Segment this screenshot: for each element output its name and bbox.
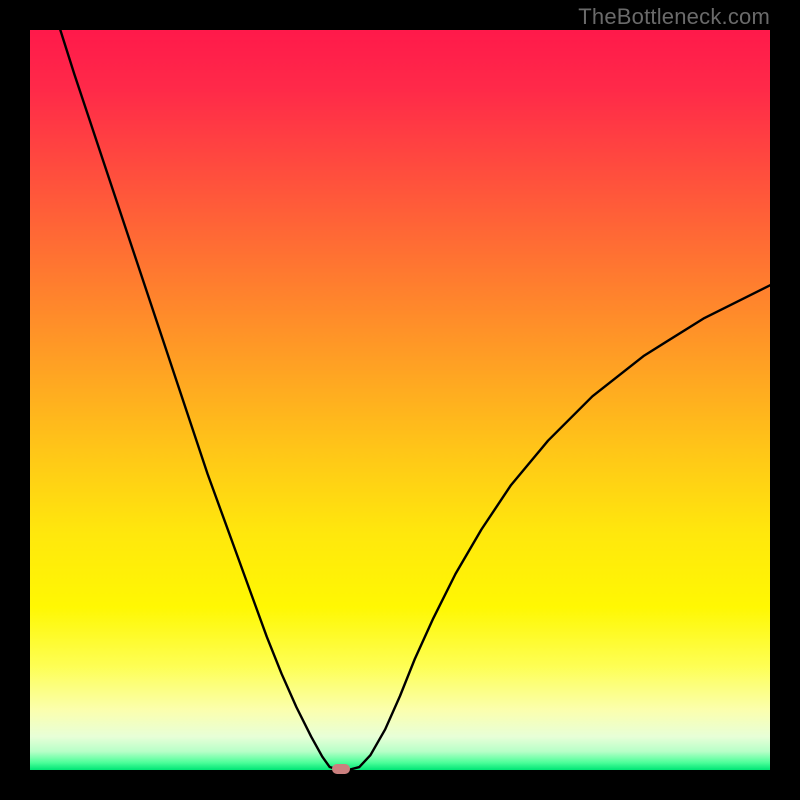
watermark-text: TheBottleneck.com — [578, 4, 770, 30]
minimum-marker — [332, 764, 350, 774]
chart-frame — [30, 30, 770, 770]
gradient-plot — [30, 30, 770, 770]
